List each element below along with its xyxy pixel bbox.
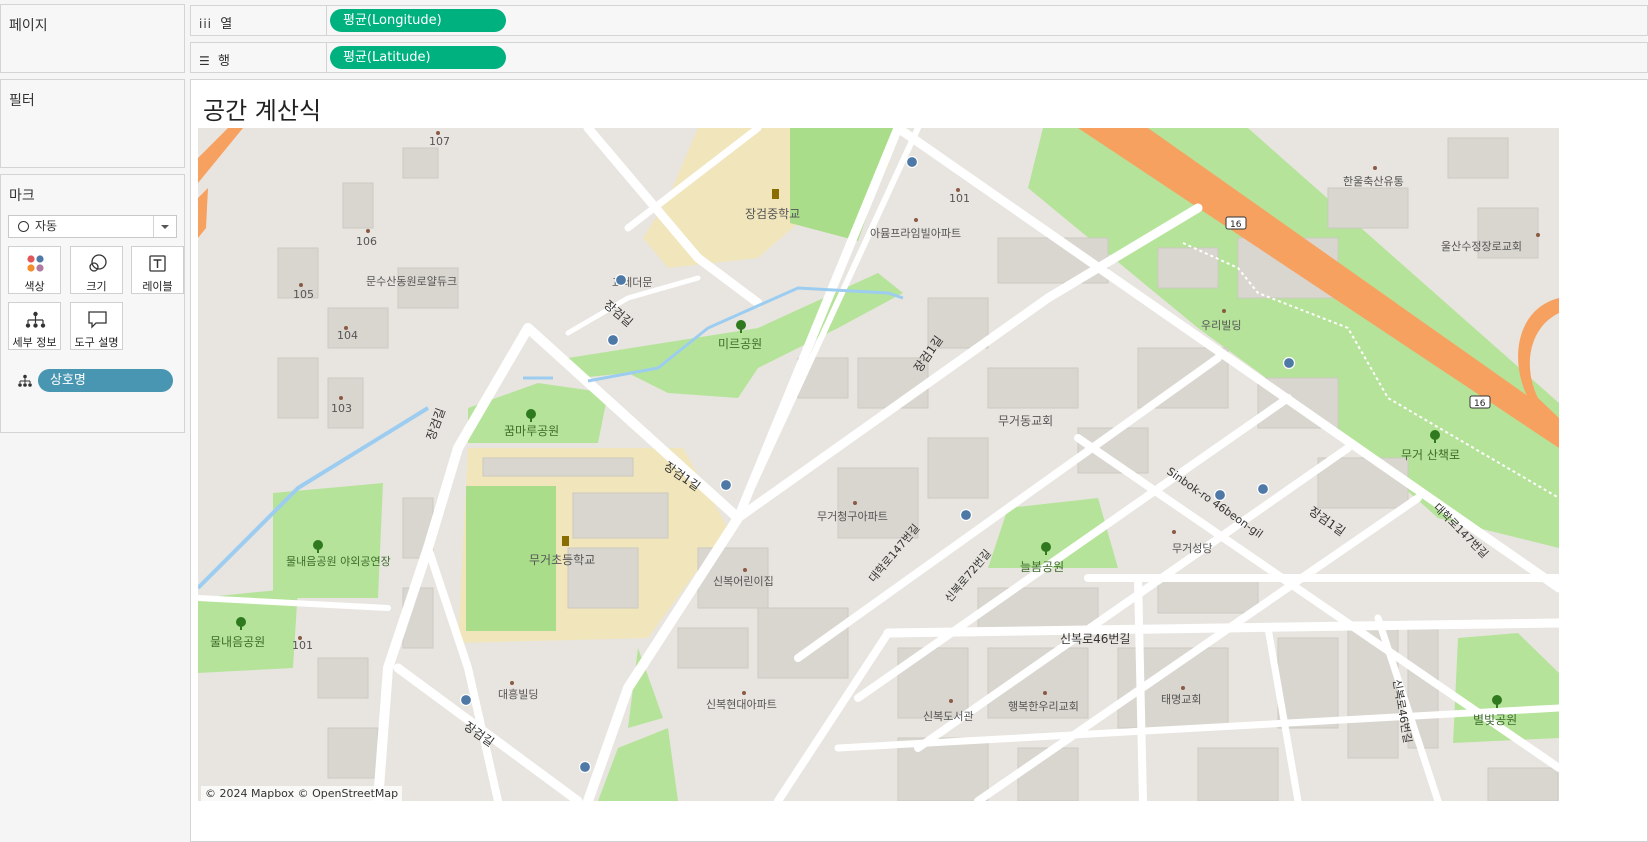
rows-icon: ☰ [199, 54, 210, 68]
tooltip-icon [88, 311, 107, 329]
data-point[interactable] [606, 333, 620, 347]
detail-icon [25, 311, 46, 328]
worksheet-title: 공간 계산식 [203, 97, 322, 125]
tooltip-button[interactable]: 도구 설명 [70, 302, 123, 350]
tooltip-button-label: 도구 설명 [74, 336, 119, 349]
label-button-label: 레이블 [142, 280, 173, 293]
columns-label-text: 열 [220, 17, 233, 32]
rows-shelf-label: ☰ 행 [199, 50, 230, 69]
color-icon [27, 255, 44, 272]
label-sinbok-kg: 신복어린이집 [713, 575, 774, 588]
filters-card[interactable]: 필터 [0, 79, 185, 168]
label-mugeo-walk: 무거 산책로 [1401, 447, 1460, 462]
label-mugeo-apt: 무거청구아파트 [817, 510, 888, 523]
detail-button[interactable]: 세부 정보 [8, 302, 61, 350]
worksheet-view: 공간 계산식 .lbl { font-family: "DejaVu Sans"… [190, 79, 1648, 842]
mark-type-dropdown[interactable]: 자동 [8, 215, 177, 238]
data-point[interactable] [1282, 356, 1296, 370]
label-neulbom: 늘봄공원 [1020, 560, 1064, 574]
size-button-label: 크기 [86, 280, 107, 293]
marks-title: 마크 [9, 188, 35, 204]
size-button[interactable]: 크기 [70, 246, 123, 294]
label-106: 106 [356, 235, 377, 248]
label-mulnae-out: 물내음공원 야외공연장 [286, 555, 391, 568]
label-jg-school: 장검중학교 [745, 207, 800, 221]
data-point[interactable] [959, 508, 973, 522]
color-button-label: 색상 [24, 280, 45, 293]
columns-shelf[interactable]: iii 열 평균(Longitude) [190, 5, 1648, 36]
label-sinbok-lib: 신복도서관 [923, 710, 974, 723]
filters-title: 필터 [9, 93, 35, 109]
marks-card: 마크 자동 색상 크기 레이블 세부 정보 도구 설명 상호명 [0, 174, 185, 433]
label-uri: 우리빌딩 [1201, 319, 1241, 332]
svg-text:16: 16 [1230, 220, 1242, 230]
detail-button-label: 세부 정보 [12, 336, 57, 349]
label-mugeo-church: 무거동교회 [998, 414, 1053, 428]
data-point[interactable] [719, 478, 733, 492]
data-point[interactable] [1213, 488, 1227, 502]
circle-icon [18, 221, 29, 232]
data-point[interactable] [905, 155, 919, 169]
route-16-shield-a: 16 [1225, 216, 1247, 230]
detail-field-pill[interactable]: 상호명 [38, 369, 173, 392]
label-mulnae: 물내음공원 [210, 635, 265, 649]
label-104: 104 [337, 329, 358, 342]
map-attribution[interactable]: © 2024 Mapbox © OpenStreetMap [201, 786, 403, 801]
pages-title: 페이지 [9, 18, 48, 34]
label-hanul: 한울축산유통 [1343, 175, 1404, 188]
data-point[interactable] [614, 273, 628, 287]
label-byeolbit: 별빛공원 [1473, 713, 1517, 727]
label-taemyeong: 태명교회 [1161, 693, 1201, 706]
label-101a: 101 [949, 192, 970, 205]
map-canvas[interactable]: .lbl { font-family: "DejaVu Sans", sans-… [198, 128, 1559, 801]
label-mire: 미르공원 [718, 337, 762, 351]
data-point[interactable] [578, 760, 592, 774]
svg-text:16: 16 [1474, 399, 1486, 409]
latitude-pill[interactable]: 평균(Latitude) [330, 46, 506, 69]
label-daeheung: 대흥빌딩 [498, 687, 538, 701]
data-point[interactable] [1256, 482, 1270, 496]
label-kkum: 꿈마루공원 [504, 424, 559, 438]
label-101b: 101 [292, 639, 313, 652]
columns-shelf-label: iii 열 [199, 13, 232, 32]
size-icon [89, 254, 107, 272]
data-point[interactable] [459, 693, 473, 707]
text-label-icon [149, 255, 166, 272]
map-svg[interactable]: .lbl { font-family: "DejaVu Sans", sans-… [198, 128, 1559, 801]
label-sinbok-hd: 신복현대아파트 [706, 698, 777, 711]
route-16-shield-b: 16 [1469, 395, 1491, 409]
label-ulsan: 울산수정장로교회 [1441, 240, 1522, 253]
label-sb46: 신복로46번길 [1060, 632, 1130, 646]
label-mugeo-sc: 무거성당 [1172, 542, 1212, 555]
label-button[interactable]: 레이블 [131, 246, 184, 294]
rows-shelf[interactable]: ☰ 행 평균(Latitude) [190, 42, 1648, 73]
pages-card[interactable]: 페이지 [0, 4, 185, 73]
label-mg-es: 무거초등학교 [529, 553, 595, 567]
label-munsu: 문수산동원로얄듀크 [366, 274, 457, 288]
columns-icon: iii [199, 17, 213, 31]
color-button[interactable]: 색상 [8, 246, 61, 294]
label-adam: 아뮴프라임빌아파트 [870, 227, 961, 240]
detail-field-icon [18, 374, 32, 387]
chevron-down-icon[interactable] [153, 216, 176, 237]
mark-type-value: 자동 [35, 219, 58, 233]
rows-label-text: 행 [218, 54, 230, 69]
longitude-pill[interactable]: 평균(Longitude) [330, 9, 506, 32]
label-107: 107 [429, 135, 450, 148]
label-hbhw: 행복한우리교회 [1008, 700, 1079, 713]
label-103: 103 [331, 402, 352, 415]
label-105: 105 [293, 288, 314, 301]
